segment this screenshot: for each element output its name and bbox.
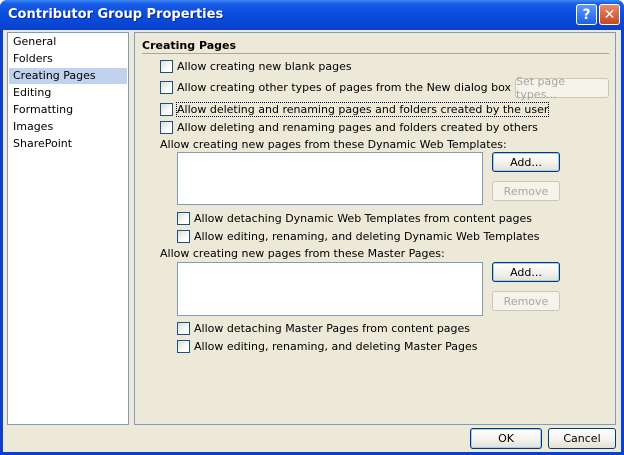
dwt-listbox[interactable] [177, 152, 483, 205]
ok-button[interactable]: OK [470, 428, 542, 449]
category-list: General Folders Creating Pages Editing F… [7, 32, 129, 425]
checkbox[interactable] [160, 59, 173, 73]
cancel-button[interactable]: Cancel [548, 428, 616, 449]
option-new-blank-pages[interactable]: Allow creating new blank pages [160, 59, 352, 73]
set-page-types-button[interactable]: Set page types... [515, 75, 609, 101]
master-add-button[interactable]: Add... [492, 262, 560, 282]
section-divider [142, 53, 609, 54]
checkbox-label: Allow detaching Master Pages from conten… [194, 321, 471, 335]
close-button[interactable]: ✕ [599, 4, 620, 25]
checkbox[interactable] [177, 321, 190, 335]
checkbox-label: Allow editing, renaming, and deleting Dy… [194, 229, 540, 243]
question-mark-icon: ? [582, 6, 591, 23]
sidebar-item-formatting[interactable]: Formatting [9, 102, 127, 118]
option-detach-dwt[interactable]: Allow detaching Dynamic Web Templates fr… [177, 211, 532, 225]
sidebar-item-folders[interactable]: Folders [9, 51, 127, 67]
help-button[interactable]: ? [576, 4, 597, 25]
settings-panel: Creating Pages Allow creating new blank … [134, 32, 616, 425]
dwt-add-button[interactable]: Add... [492, 152, 560, 172]
close-icon: ✕ [603, 6, 616, 23]
checkbox[interactable] [160, 102, 173, 116]
window-title: Contributor Group Properties [8, 7, 224, 22]
master-pages-listbox[interactable] [177, 262, 483, 316]
sidebar-item-general[interactable]: General [9, 34, 127, 50]
checkbox-label: Allow creating new blank pages [177, 59, 352, 73]
dwt-label: Allow creating new pages from these Dyna… [160, 138, 507, 151]
checkbox-label: Allow deleting and renaming pages and fo… [175, 101, 550, 117]
checkbox[interactable] [177, 229, 190, 243]
sidebar-item-editing[interactable]: Editing [9, 85, 127, 101]
checkbox-label: Allow deleting and renaming pages and fo… [177, 120, 538, 134]
checkbox-label: Allow detaching Dynamic Web Templates fr… [194, 211, 533, 225]
option-delete-rename-own[interactable]: Allow deleting and renaming pages and fo… [160, 101, 550, 117]
checkbox[interactable] [177, 339, 190, 353]
sidebar-item-creating-pages[interactable]: Creating Pages [9, 68, 127, 84]
checkbox[interactable] [160, 80, 173, 94]
title-bar[interactable]: Contributor Group Properties ? ✕ [0, 0, 624, 30]
checkbox[interactable] [177, 211, 190, 225]
section-title: Creating Pages [142, 39, 237, 52]
dwt-remove-button[interactable]: Remove [492, 181, 560, 201]
sidebar-item-images[interactable]: Images [9, 119, 127, 135]
option-edit-dwt[interactable]: Allow editing, renaming, and deleting Dy… [177, 229, 539, 243]
dialog-client-area: General Folders Creating Pages Editing F… [3, 30, 621, 452]
option-edit-master[interactable]: Allow editing, renaming, and deleting Ma… [177, 339, 477, 353]
checkbox[interactable] [160, 120, 173, 134]
option-delete-rename-others[interactable]: Allow deleting and renaming pages and fo… [160, 120, 538, 134]
checkbox-label: Allow editing, renaming, and deleting Ma… [194, 339, 478, 353]
sidebar-item-sharepoint[interactable]: SharePoint [9, 136, 127, 152]
dialog-window: Contributor Group Properties ? ✕ General… [0, 0, 624, 455]
option-detach-master[interactable]: Allow detaching Master Pages from conten… [177, 321, 470, 335]
option-other-page-types[interactable]: Allow creating other types of pages from… [160, 80, 576, 94]
master-pages-label: Allow creating new pages from these Mast… [160, 247, 445, 260]
master-remove-button[interactable]: Remove [492, 291, 560, 311]
